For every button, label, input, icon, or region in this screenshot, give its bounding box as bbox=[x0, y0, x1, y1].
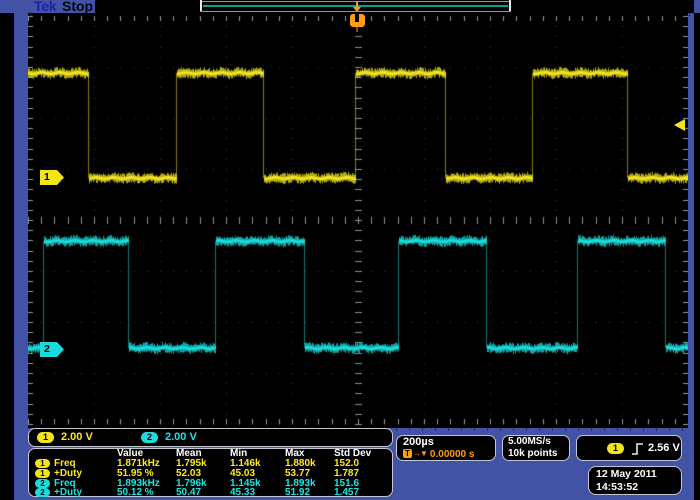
trigger-level: 2.56 V bbox=[648, 442, 680, 454]
record-length: 10k points bbox=[508, 448, 557, 460]
trigger-t-icon: T bbox=[403, 449, 412, 458]
trigger-position-arrows-icon: →▼ bbox=[413, 449, 427, 458]
waveform-display bbox=[28, 13, 688, 428]
ch1-row-badge: 1 bbox=[35, 459, 50, 468]
trigger-source-badge: 1 bbox=[607, 443, 624, 454]
ch1-row-badge: 1 bbox=[35, 469, 50, 478]
oscilloscope-screen: Tek Stop 1 2 1 2.00 V 2 2.00 V Value Mea… bbox=[0, 0, 700, 500]
trigger-position-slot bbox=[355, 14, 359, 22]
measurement-stddev: 1.457 bbox=[334, 488, 359, 498]
acquisition-readout[interactable]: 5.00MS/s 10k points bbox=[502, 435, 570, 461]
acquisition-status: Stop bbox=[62, 0, 93, 14]
sample-rate: 5.00MS/s bbox=[508, 436, 551, 448]
measurement-max: 51.92 bbox=[285, 488, 310, 498]
record-view-left-bracket bbox=[200, 0, 202, 11]
datetime-readout: 12 May 2011 14:53:52 bbox=[588, 466, 682, 495]
measurement-value: 50.12 % bbox=[117, 488, 154, 498]
ch2-row-badge: 2 bbox=[35, 479, 50, 488]
right-border bbox=[694, 13, 700, 500]
ch2-scale[interactable]: 2.00 V bbox=[165, 431, 197, 443]
ch2-row-badge: 2 bbox=[35, 488, 50, 497]
measurement-min: 45.33 bbox=[230, 488, 255, 498]
measurement-table[interactable]: Value Mean Min Max Std Dev 1 Freq 1.871k… bbox=[28, 448, 393, 497]
record-view-right-bracket bbox=[509, 0, 511, 11]
date-label: 12 May 2011 bbox=[596, 468, 657, 481]
rising-edge-slope-icon bbox=[630, 441, 645, 457]
measurement-mean: 50.47 bbox=[176, 488, 201, 498]
time-label: 14:53:52 bbox=[596, 481, 638, 494]
channel-scale-bar: 1 2.00 V 2 2.00 V bbox=[28, 428, 393, 447]
left-border bbox=[0, 13, 14, 500]
horizontal-readout[interactable]: 200µs T→▼0.00000 s bbox=[396, 435, 496, 461]
trigger-position-readout: T→▼0.00000 s bbox=[403, 448, 495, 461]
graticule bbox=[28, 13, 688, 428]
ch2-badge[interactable]: 2 bbox=[141, 432, 158, 443]
trigger-readout[interactable]: 1 2.56 V bbox=[576, 435, 682, 461]
trigger-level-arrow[interactable] bbox=[674, 119, 685, 131]
bottom-ruler-ticks bbox=[396, 428, 690, 431]
measurement-row-ch2-duty: 2 +Duty 50.12 % 50.47 45.33 51.92 1.457 bbox=[29, 488, 392, 498]
trigger-position-value: 0.00000 s bbox=[430, 449, 475, 460]
record-trigger-arrow-icon bbox=[353, 7, 361, 12]
trigger-position-marker[interactable] bbox=[350, 14, 365, 27]
trigger-position-tail bbox=[356, 27, 358, 32]
measurement-name: +Duty bbox=[54, 488, 82, 498]
ch1-scale[interactable]: 2.00 V bbox=[61, 431, 93, 443]
record-view-bar bbox=[95, 0, 694, 13]
timebase-scale: 200µs bbox=[403, 436, 434, 448]
tek-logo: Tek bbox=[34, 0, 56, 14]
ch1-badge[interactable]: 1 bbox=[37, 432, 54, 443]
